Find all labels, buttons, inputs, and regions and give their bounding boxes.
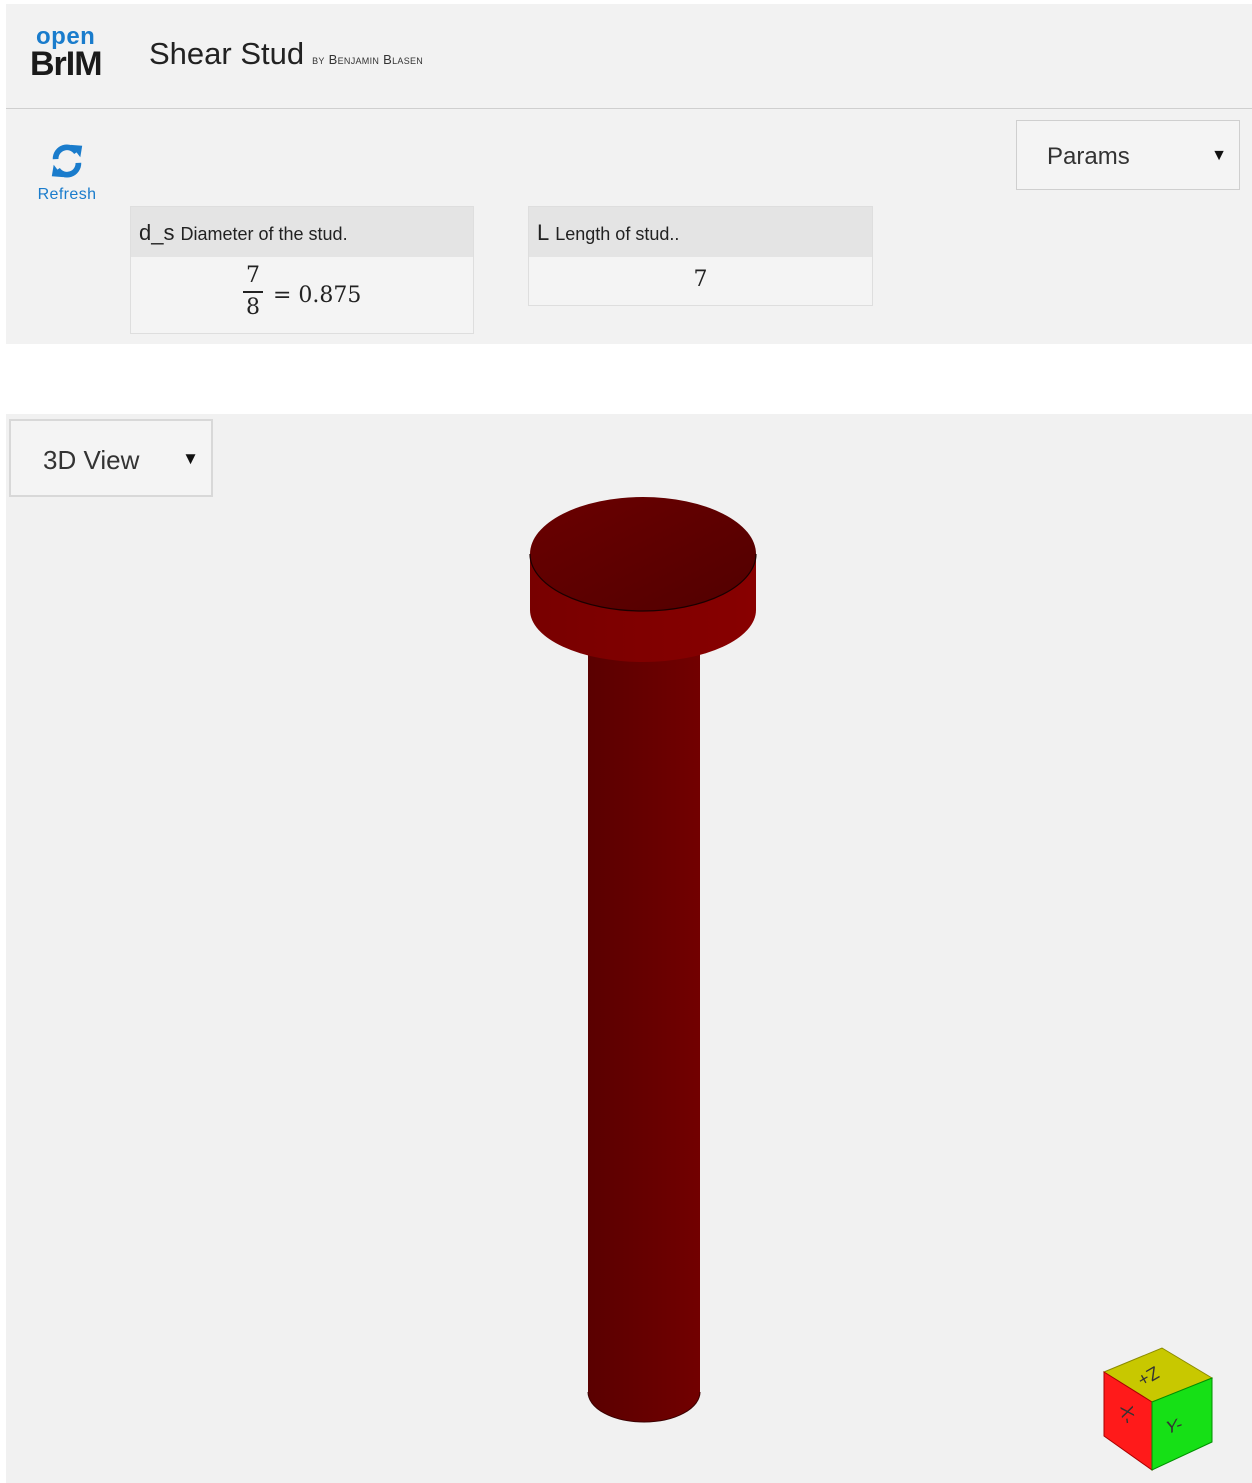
fraction-numerator: 7 <box>246 263 260 288</box>
fraction-denominator: 8 <box>246 294 260 320</box>
dropdown-arrow-icon: ▼ <box>182 449 199 468</box>
dropdown-arrow-icon: ▼ <box>1211 147 1227 164</box>
params-dropdown[interactable]: Params ▼ <box>1016 120 1240 190</box>
parameters-panel: open BrIM Shear Stud by Benjamin Blasen R… <box>6 4 1252 344</box>
param-symbol: d_s <box>139 220 175 245</box>
author-credit: by Benjamin Blasen <box>312 52 424 67</box>
navigation-cube[interactable]: Z+ X- Y- <box>1100 1344 1216 1474</box>
param-card-length[interactable]: L Length of stud.. 7 <box>528 206 873 306</box>
openbrim-logo[interactable]: open BrIM <box>30 25 110 83</box>
param-result: = 0.875 <box>273 283 362 308</box>
refresh-button[interactable]: Refresh <box>32 142 102 204</box>
stud-shaft <box>588 644 700 1422</box>
logo-brim-text: BrIM <box>30 45 103 83</box>
param-header: d_s Diameter of the stud. <box>131 207 473 257</box>
refresh-label: Refresh <box>37 186 97 203</box>
param-header: L Length of stud.. <box>529 207 872 257</box>
shear-stud-model <box>529 497 757 1423</box>
param-value: 7 <box>693 267 708 292</box>
page-title: Shear Stud by Benjamin Blasen <box>149 36 423 72</box>
app-header: open BrIM Shear Stud by Benjamin Blasen <box>6 4 1252 109</box>
refresh-icon <box>51 144 83 178</box>
param-description: Diameter of the stud. <box>180 224 348 244</box>
page-title-text: Shear Stud <box>149 36 305 71</box>
params-dropdown-value: Params <box>1047 143 1130 170</box>
param-description: Length of stud.. <box>555 224 680 244</box>
view-mode-dropdown[interactable]: 3D View ▼ <box>9 419 213 497</box>
fraction: 7 8 <box>243 265 263 319</box>
param-symbol: L <box>537 220 550 245</box>
3d-viewer[interactable]: 3D View ▼ Z+ X- Y- <box>6 414 1252 1483</box>
stud-head-top <box>530 497 756 611</box>
param-card-ds[interactable]: d_s Diameter of the stud. 7 8 = 0.875 <box>130 206 474 334</box>
cube-label-left: X- <box>1116 1404 1138 1425</box>
3d-scene[interactable] <box>6 414 1252 1483</box>
view-mode-value: 3D View <box>43 445 140 475</box>
